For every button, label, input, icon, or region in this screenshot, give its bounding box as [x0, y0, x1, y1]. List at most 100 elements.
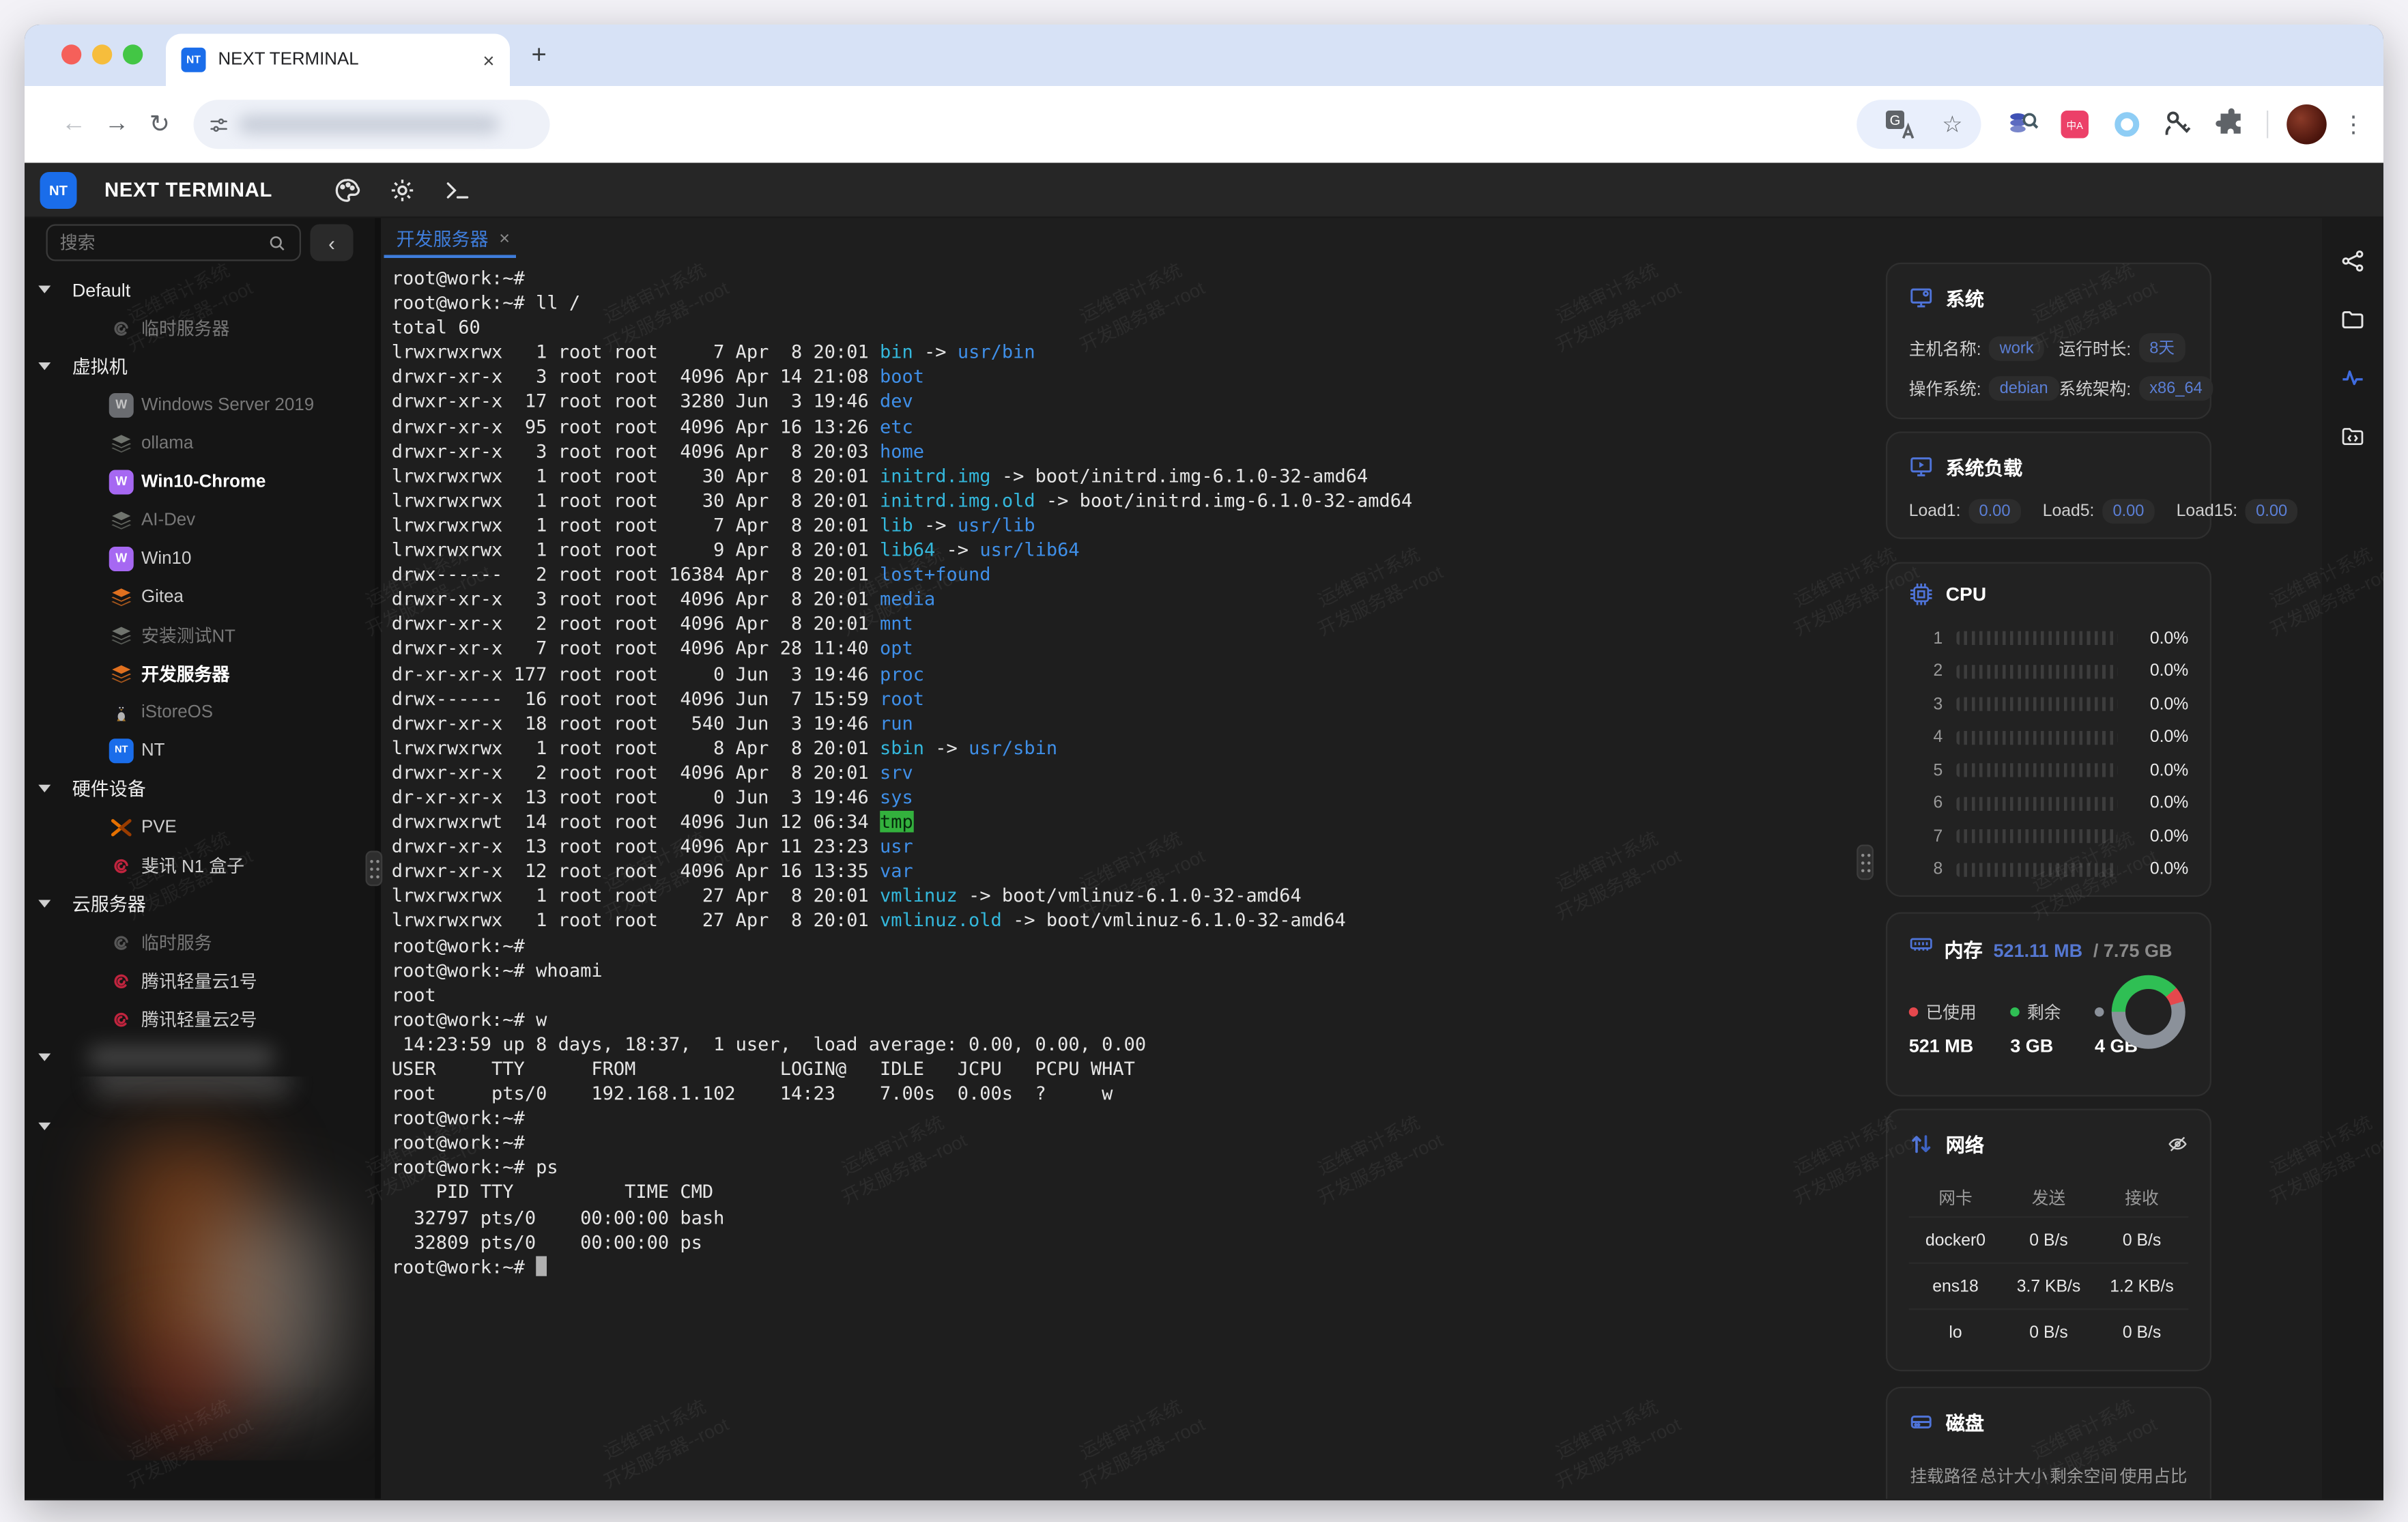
- tree-item[interactable]: 安装测试NT: [25, 616, 375, 654]
- pve-icon: [109, 815, 134, 839]
- tree-item[interactable]: 斐讯 N1 盒子: [25, 846, 375, 885]
- terminal-prompt-icon[interactable]: [444, 176, 472, 204]
- terminal-line: drwxr-xr-x 3 root root 4096 Apr 8 20:01 …: [392, 587, 1872, 612]
- cpu-usage-value: 0.0%: [2133, 695, 2188, 714]
- folder-code-icon[interactable]: [2340, 424, 2365, 448]
- terminal-line: root pts/0 192.168.1.102 14:23 7.00s 0.0…: [392, 1081, 1872, 1106]
- cpu-core-number: 4: [1909, 728, 1943, 747]
- terminal-line: lrwxrwxrwx 1 root root 27 Apr 8 20:01 vm…: [392, 908, 1872, 933]
- cpu-usage-bar: [1957, 863, 2118, 876]
- eye-off-icon[interactable]: [2167, 1132, 2189, 1154]
- new-tab-button[interactable]: +: [532, 40, 547, 71]
- tree-item[interactable]: 腾讯轻量云2号: [25, 1000, 375, 1038]
- cpu-core-number: 5: [1909, 761, 1943, 779]
- field-label: 运行时长:: [2059, 336, 2131, 360]
- tree-group[interactable]: 硬件设备: [25, 769, 375, 807]
- terminal-line: lrwxrwxrwx 1 root root 27 Apr 8 20:01 vm…: [392, 884, 1872, 908]
- extension-keys-icon[interactable]: [2161, 106, 2198, 143]
- sidebar-collapse-button[interactable]: ‹: [311, 225, 354, 261]
- tree-item[interactable]: WWin10: [25, 539, 375, 577]
- bookmark-star-icon[interactable]: ☆: [1942, 111, 1962, 139]
- cpu-core-number: 3: [1909, 695, 1943, 714]
- address-bar[interactable]: [194, 100, 550, 149]
- stack-icon: [109, 431, 134, 455]
- tree-group-label: 虚拟机: [72, 354, 128, 379]
- tree-group[interactable]: 云服务器: [25, 885, 375, 923]
- extensions-puzzle-icon[interactable]: [2213, 106, 2250, 143]
- redacted-tree-region: [25, 1076, 375, 1461]
- tree-item-label: Win10: [141, 549, 191, 567]
- forward-icon[interactable]: →: [96, 111, 139, 139]
- translate-icon[interactable]: G: [1882, 106, 1919, 143]
- sidebar-drag-handle[interactable]: [366, 851, 383, 887]
- extension-search-coins-icon[interactable]: [2004, 106, 2041, 143]
- browser-menu-icon[interactable]: ⋮: [2342, 111, 2365, 139]
- cpu-core-row: 20.0%: [1909, 655, 2189, 688]
- window-minimize-button[interactable]: [92, 44, 112, 64]
- stack-icon: [109, 622, 134, 647]
- terminal-line: drwxr-xr-x 2 root root 4096 Apr 8 20:01 …: [392, 760, 1872, 784]
- tree-item[interactable]: PVE: [25, 808, 375, 846]
- tree-item[interactable]: 临时服务: [25, 923, 375, 961]
- debian-icon: [109, 968, 134, 993]
- terminal-area[interactable]: 开发服务器 × root@work:~# root@work:~# ll /to…: [381, 218, 1872, 1499]
- tree-item[interactable]: Gitea: [25, 577, 375, 616]
- cpu-core-row: 60.0%: [1909, 787, 2189, 820]
- back-icon[interactable]: ←: [53, 111, 96, 139]
- settings-gear-icon[interactable]: [389, 176, 417, 204]
- reload-icon[interactable]: ↻: [139, 109, 182, 140]
- network-card-title: 网络: [1946, 1129, 1984, 1158]
- tree-item[interactable]: AI-Dev: [25, 501, 375, 539]
- extension-donut-icon[interactable]: [2108, 112, 2145, 137]
- folder-icon[interactable]: [2340, 307, 2365, 332]
- browser-toolbar: ← → ↻ G ☆ 中A ⋮: [25, 86, 2383, 163]
- tree-item[interactable]: NTNT: [25, 731, 375, 769]
- tree-group-redacted-1[interactable]: [25, 1038, 375, 1076]
- cpu-core-number: 6: [1909, 794, 1943, 813]
- browser-tab[interactable]: NT NEXT TERMINAL ×: [166, 34, 510, 87]
- search-input[interactable]: 搜索: [46, 225, 302, 261]
- terminal-output[interactable]: root@work:~# root@work:~# ll /total 60lr…: [381, 258, 1872, 1279]
- profile-avatar[interactable]: [2287, 104, 2327, 145]
- stack-icon: [109, 584, 134, 609]
- tree-item[interactable]: WWin10-Chrome: [25, 462, 375, 500]
- tree-item[interactable]: 开发服务器: [25, 655, 375, 693]
- terminal-tab[interactable]: 开发服务器 ×: [397, 225, 511, 251]
- window-zoom-button[interactable]: [123, 44, 143, 64]
- tree-group-label: 云服务器: [72, 891, 146, 917]
- activity-pulse-icon[interactable]: [2340, 366, 2365, 390]
- tree-group[interactable]: 虚拟机: [25, 347, 375, 386]
- network-interface-row: ens183.7 KB/s1.2 KB/s: [1909, 1263, 2189, 1309]
- window-close-button[interactable]: [61, 44, 81, 64]
- terminal-tab-close-icon[interactable]: ×: [499, 227, 510, 249]
- tune-icon[interactable]: [209, 115, 229, 134]
- tree-item-label: 腾讯轻量云2号: [141, 1007, 257, 1031]
- browser-window: NT NEXT TERMINAL × + ← → ↻ G ☆ 中A: [25, 25, 2383, 1500]
- network-card: 网络 网卡发送接收docker00 B/s0 B/sens183.7 KB/s1…: [1886, 1109, 2211, 1372]
- app-body: 搜索 ‹ Default临时服务器虚拟机 WWindows Server 2019…: [25, 218, 2383, 1499]
- tree-item[interactable]: ollama: [25, 424, 375, 462]
- legend-dot: [1909, 1007, 1919, 1017]
- tree-item[interactable]: 临时服务器: [25, 308, 375, 347]
- tree-item[interactable]: iStoreOS: [25, 693, 375, 731]
- extension-translate-icon[interactable]: 中A: [2056, 111, 2093, 139]
- tab-close-icon[interactable]: ×: [483, 48, 494, 72]
- terminal-line: dr-xr-xr-x 13 root root 0 Jun 3 19:46 sy…: [392, 785, 1872, 809]
- share-icon[interactable]: [2340, 249, 2365, 274]
- terminal-line: root@work:~# ll /: [392, 290, 1872, 315]
- terminal-line: 32809 pts/0 00:00:00 ps: [392, 1229, 1872, 1254]
- theme-palette-icon[interactable]: [334, 176, 362, 204]
- terminal-line: USER TTY FROM LOGIN@ IDLE JCPU PCPU WHAT: [392, 1057, 1872, 1081]
- tree-group[interactable]: Default: [25, 270, 375, 308]
- next-terminal-icon: NT: [109, 738, 134, 762]
- network-cell: ens18: [1909, 1277, 2003, 1295]
- field-value-badge: work: [1989, 336, 2044, 360]
- tree-item[interactable]: WWindows Server 2019: [25, 386, 375, 424]
- legend-label: 剩余: [2027, 1000, 2061, 1024]
- asset-sidebar: 搜索 ‹ Default临时服务器虚拟机 WWindows Server 2019…: [25, 218, 375, 1499]
- tree-item[interactable]: 腾讯轻量云1号: [25, 962, 375, 1000]
- info-field: Load1:0.00: [1909, 499, 2021, 523]
- terminal-line: 32797 pts/0 00:00:00 bash: [392, 1205, 1872, 1229]
- cpu-usage-value: 0.0%: [2133, 861, 2188, 879]
- panel-drag-handle[interactable]: [1857, 845, 1874, 880]
